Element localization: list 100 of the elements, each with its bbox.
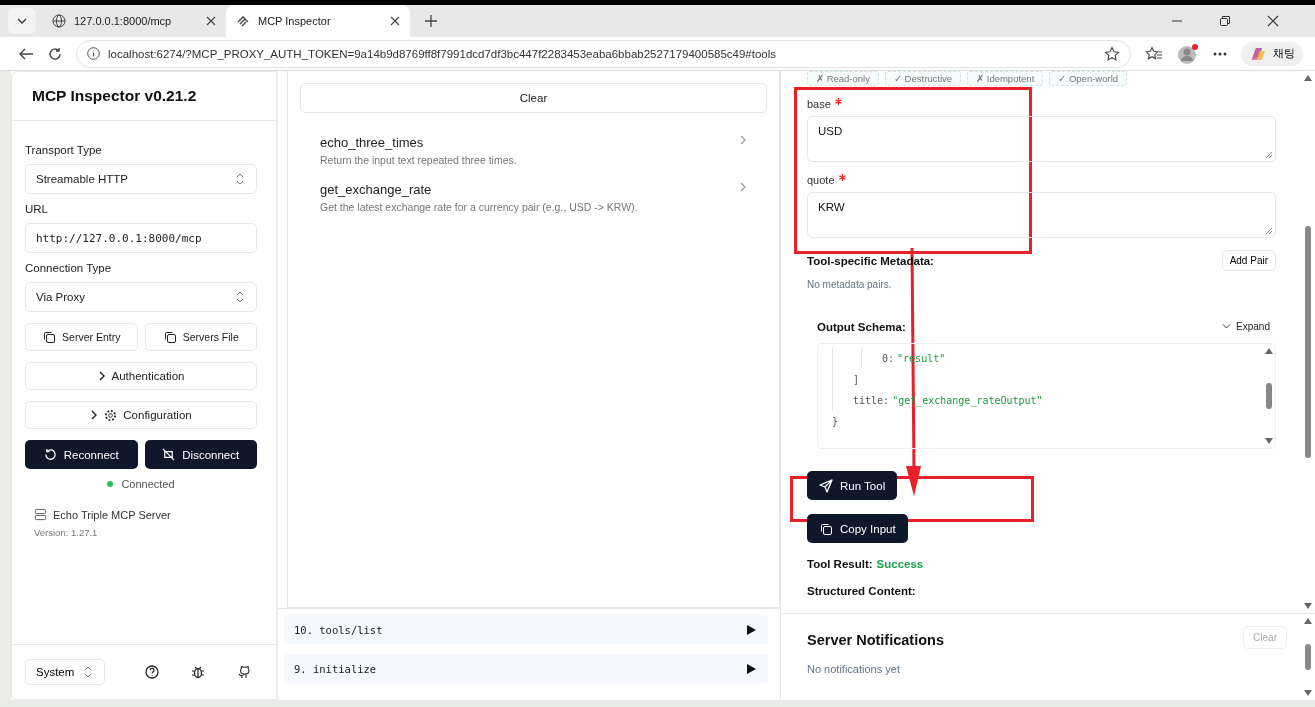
request-label: 10. tools/list bbox=[294, 623, 383, 636]
add-pair-button[interactable]: Add Pair bbox=[1221, 250, 1276, 271]
server-name: Echo Triple MCP Server bbox=[53, 508, 171, 521]
resize-grip-icon[interactable] bbox=[1265, 227, 1273, 235]
globe-icon bbox=[52, 14, 66, 28]
updown-icon bbox=[236, 291, 244, 303]
app-title: MCP Inspector v0.21.2 bbox=[32, 87, 197, 105]
scrollbar-thumb[interactable] bbox=[1305, 643, 1311, 671]
info-icon[interactable] bbox=[87, 47, 100, 60]
clear-button[interactable]: Clear bbox=[300, 83, 767, 113]
empty-message: No notifications yet bbox=[807, 663, 901, 675]
new-tab-icon[interactable] bbox=[424, 14, 438, 28]
result-label: Tool Result: bbox=[807, 558, 873, 570]
github-icon[interactable] bbox=[237, 665, 251, 679]
chevron-right-icon bbox=[90, 410, 99, 420]
close-icon[interactable] bbox=[206, 16, 216, 26]
server-icon bbox=[34, 508, 47, 521]
server-entry-button[interactable]: Server Entry bbox=[25, 323, 138, 351]
chevron-right-icon bbox=[739, 182, 747, 192]
annotation-tag: ✓ Destructive bbox=[884, 71, 962, 86]
star-icon[interactable] bbox=[1104, 45, 1120, 62]
url-field[interactable]: http://127.0.0.1:8000/mcp bbox=[25, 223, 257, 253]
text-area-field[interactable]: USD bbox=[807, 116, 1276, 162]
close-icon[interactable] bbox=[1267, 15, 1279, 27]
copy-icon bbox=[162, 330, 177, 344]
field-label: quote bbox=[807, 174, 846, 186]
connection-select[interactable]: Via Proxy bbox=[25, 282, 257, 312]
copy-icon bbox=[42, 330, 57, 344]
theme-select[interactable]: System bbox=[25, 659, 105, 685]
text-area-field[interactable]: KRW bbox=[807, 192, 1276, 238]
field-label: base bbox=[807, 98, 842, 110]
tab-title: MCP Inspector bbox=[258, 15, 332, 27]
reload-icon bbox=[43, 448, 57, 461]
bug-icon[interactable] bbox=[191, 665, 205, 679]
send-icon bbox=[819, 478, 833, 493]
empty-message: No metadata pairs. bbox=[807, 279, 892, 290]
scroll-up-icon[interactable] bbox=[1265, 348, 1273, 354]
updown-icon bbox=[84, 666, 92, 678]
favorites-icon[interactable] bbox=[1145, 45, 1163, 62]
expand-button[interactable]: Expand bbox=[1216, 320, 1276, 333]
profile-avatar-icon[interactable] bbox=[1177, 42, 1199, 65]
run-tool-button[interactable]: Run Tool bbox=[807, 471, 898, 500]
configuration-button[interactable]: Configuration bbox=[25, 401, 257, 429]
restore-icon[interactable] bbox=[1219, 15, 1231, 27]
back-icon[interactable] bbox=[18, 46, 34, 61]
field-label: Transport Type bbox=[25, 144, 103, 156]
help-icon[interactable] bbox=[145, 665, 159, 679]
history-item[interactable]: 9. initialize bbox=[284, 654, 768, 683]
reload-icon[interactable] bbox=[48, 46, 62, 61]
annotation-tag: ✓ Open-world bbox=[1049, 71, 1128, 86]
notifications-title: Server Notifications bbox=[807, 631, 944, 648]
tool-name: echo_three_times bbox=[320, 135, 425, 150]
closing-bracket: ] bbox=[853, 373, 861, 387]
chat-button[interactable]: 채팅 bbox=[1241, 41, 1303, 66]
play-icon bbox=[746, 624, 756, 635]
request-label: 9. initialize bbox=[294, 662, 377, 675]
section-title: Structured Content: bbox=[807, 585, 916, 597]
chevron-right-icon bbox=[739, 135, 747, 145]
scrollbar-thumb[interactable] bbox=[1305, 226, 1311, 458]
copy-input-button[interactable]: Copy Input bbox=[807, 514, 908, 543]
address-field[interactable]: localhost:6274/?MCP_PROXY_AUTH_TOKEN=9a14b9d8769ff8f7991dcd7df3bc447f2283453eaba6bbab2527179400585c49#tools bbox=[76, 39, 1131, 68]
result-status: Success bbox=[876, 558, 924, 570]
tool-list-item[interactable]: get_exchange_rate Get the latest exchange rate for a currency pair (e.g., USD -> KRW). bbox=[300, 176, 767, 223]
play-icon bbox=[746, 663, 756, 674]
copy-icon bbox=[819, 521, 833, 536]
connection-status: Connected bbox=[121, 478, 175, 490]
authentication-button[interactable]: Authentication bbox=[25, 362, 257, 390]
server-version: Version: 1.27.1 bbox=[34, 527, 99, 538]
field-label: URL bbox=[25, 203, 49, 215]
transport-select[interactable]: Streamable HTTP bbox=[25, 164, 257, 194]
annotation-tag: ✗ Read-only bbox=[807, 71, 879, 86]
browser-tab[interactable]: MCP Inspector bbox=[226, 5, 410, 37]
disconnect-button[interactable]: Disconnect bbox=[144, 440, 257, 469]
scroll-up-icon[interactable] bbox=[1304, 75, 1312, 81]
field-label: Connection Type bbox=[25, 262, 113, 274]
tool-list-item[interactable]: echo_three_times Return the input text repeated three times. bbox=[300, 129, 767, 176]
close-icon[interactable] bbox=[390, 16, 400, 26]
history-item[interactable]: 10. tools/list bbox=[284, 615, 768, 644]
more-icon[interactable] bbox=[1213, 51, 1227, 56]
servers-file-button[interactable]: Servers File bbox=[144, 323, 257, 351]
tool-name: get_exchange_rate bbox=[320, 182, 433, 197]
chevron-down-icon bbox=[1222, 323, 1232, 330]
tool-description: Return the input text repeated three times. bbox=[320, 154, 517, 166]
scroll-down-icon[interactable] bbox=[1304, 603, 1312, 609]
resize-grip-icon[interactable] bbox=[1265, 151, 1273, 159]
annotation-tag: ✗ Idempotent bbox=[967, 71, 1044, 86]
scroll-down-icon[interactable] bbox=[1265, 438, 1273, 444]
updown-icon bbox=[236, 173, 244, 185]
closing-bracket: } bbox=[832, 415, 840, 429]
schema-key: 0: bbox=[882, 348, 895, 369]
section-title: Output Schema: bbox=[817, 320, 906, 333]
scroll-up-icon[interactable] bbox=[1304, 618, 1312, 624]
tab-title: 127.0.0.1:8000/mcp bbox=[74, 15, 173, 27]
scroll-down-icon[interactable] bbox=[1304, 690, 1312, 696]
browser-tab[interactable]: 127.0.0.1:8000/mcp bbox=[42, 5, 226, 37]
scrollbar-thumb[interactable] bbox=[1266, 383, 1272, 409]
schema-key: title: bbox=[853, 390, 890, 411]
reconnect-button[interactable]: Reconnect bbox=[25, 440, 138, 469]
gear-icon bbox=[104, 408, 118, 422]
chevron-right-icon bbox=[97, 371, 106, 381]
